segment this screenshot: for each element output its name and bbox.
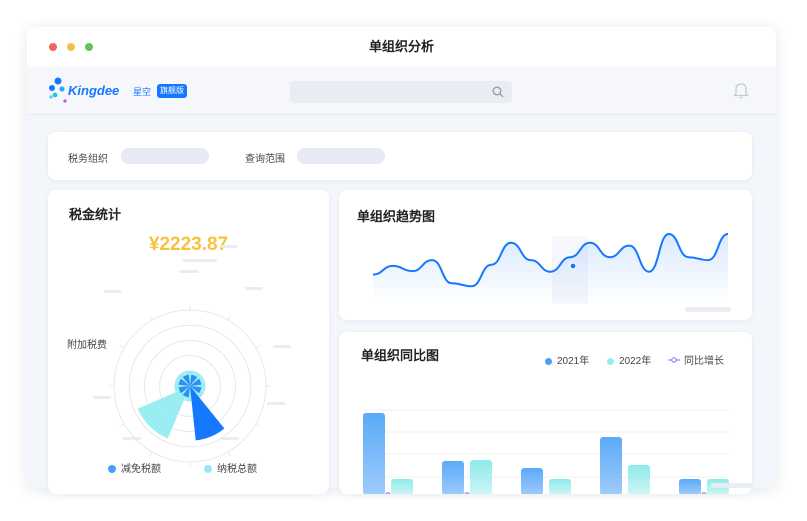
bar-2021	[600, 437, 622, 494]
rose-grid-tick	[227, 451, 231, 457]
compare-scrollbar[interactable]	[711, 483, 752, 488]
legend-label: 纳税总额	[217, 464, 257, 475]
trend-card: 单组织趋势图	[339, 190, 752, 320]
tax-stats-card: 税金统计 ¥2223.87 附加税费 减免税额 纳税总额	[48, 190, 329, 494]
growth-point	[701, 492, 707, 494]
rose-grid-tick	[227, 315, 231, 321]
bar-2021	[521, 468, 543, 494]
query-range-select[interactable]	[297, 148, 385, 164]
rose-chart	[93, 245, 291, 467]
legend-swatch	[204, 465, 212, 473]
bar-2021	[363, 413, 385, 494]
trend-area	[373, 234, 728, 304]
edition-badge: 旗舰版	[157, 84, 187, 98]
compare-chart	[363, 409, 752, 494]
compare-gridlines	[363, 409, 730, 478]
logo-name: Kingdee	[68, 83, 120, 98]
tax-legend-item-2[interactable]: 纳税总额	[204, 460, 257, 475]
rose-decor-ticks	[93, 245, 291, 440]
app-header: Kingdee 星空 旗舰版	[27, 67, 776, 115]
rose-grid-tick	[149, 315, 153, 321]
bell-icon[interactable]	[733, 81, 749, 99]
search-icon[interactable]	[492, 86, 504, 98]
rose-grid-tick	[255, 423, 261, 427]
window-titlebar: 单组织分析	[27, 27, 776, 67]
compare-card: 单组织同比图 2021年 2022年 同比增长	[339, 332, 752, 494]
rose-grid-tick	[255, 345, 261, 349]
filter-label-tax-org: 税务组织	[68, 154, 108, 165]
filter-label-query-range: 查询范围	[245, 154, 285, 165]
window-title: 单组织分析	[368, 39, 434, 54]
bar-2022	[470, 460, 492, 494]
filter-card: 税务组织 查询范围	[48, 132, 752, 180]
rose-grid-tick	[149, 451, 153, 457]
bar-2022	[391, 479, 413, 494]
trend-chart	[372, 232, 731, 312]
trend-point-highlight[interactable]	[569, 262, 577, 270]
tax-legend-item-1[interactable]: 减免税额	[108, 460, 161, 475]
search-input[interactable]	[290, 81, 512, 103]
bar-2022	[628, 465, 650, 494]
bar-2022	[549, 479, 571, 494]
rose-grid-tick	[119, 345, 125, 349]
bar-2021	[442, 461, 464, 494]
growth-point	[385, 492, 391, 494]
kingdee-logo-icon	[49, 77, 67, 103]
growth-points	[385, 492, 707, 494]
app-window: 单组织分析 Kingdee 星空 旗舰版 税务组织 查询范围 税金统计 ¥222…	[27, 27, 776, 494]
trend-scrollbar[interactable]	[685, 307, 731, 312]
legend-label: 减免税额	[121, 464, 161, 475]
rose-grid-tick	[119, 423, 125, 427]
growth-point	[464, 492, 470, 494]
tax-org-select[interactable]	[121, 148, 209, 164]
logo-product: 星空	[133, 87, 152, 97]
legend-swatch	[108, 465, 116, 473]
bar-2021	[679, 479, 701, 494]
